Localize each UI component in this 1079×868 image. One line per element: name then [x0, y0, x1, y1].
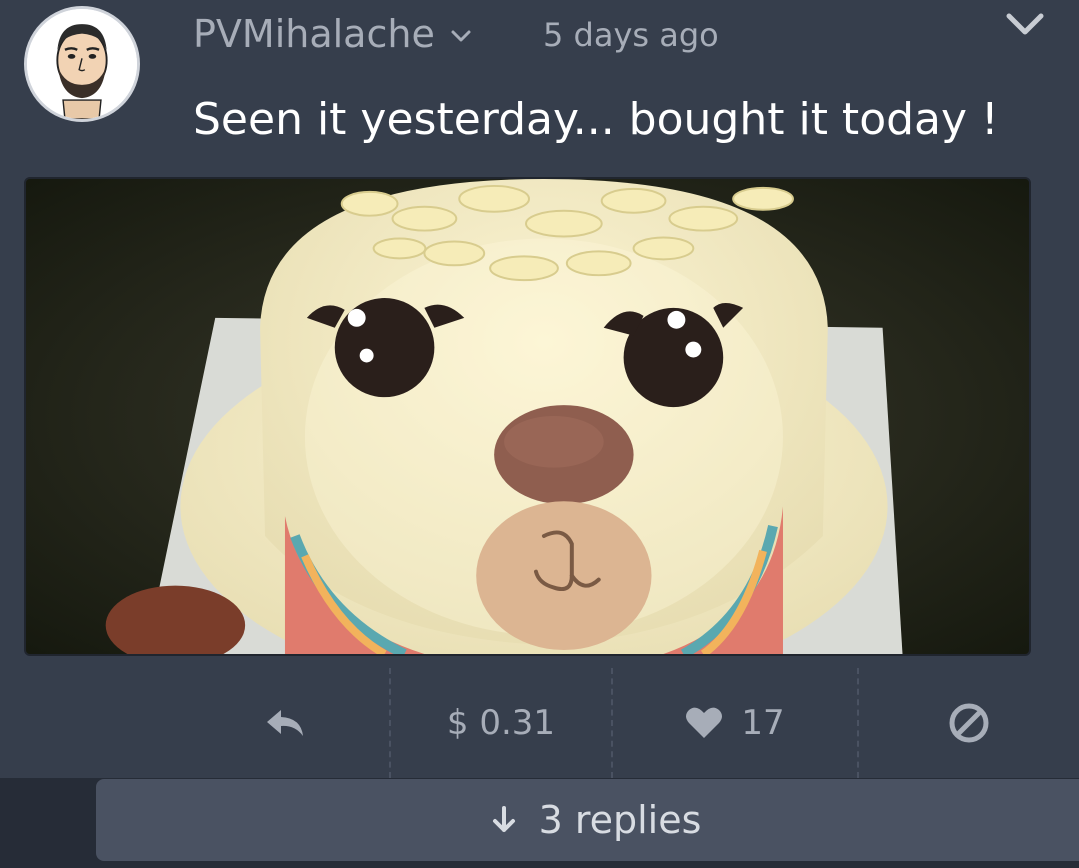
show-replies-button[interactable]: 3 replies	[96, 779, 1079, 861]
collapse-icon[interactable]	[1003, 6, 1047, 42]
reply-icon	[267, 710, 303, 736]
chevron-down-icon	[451, 30, 471, 42]
post-image[interactable]	[24, 177, 1031, 656]
flag-button[interactable]	[858, 668, 1079, 778]
cake-image	[26, 179, 1029, 654]
block-icon	[949, 703, 988, 743]
payout-button[interactable]: $ 0.31	[390, 668, 612, 778]
author-avatar[interactable]	[24, 6, 140, 122]
post-card: PVMihalache 5 days ago Seen it yesterday…	[0, 0, 1079, 778]
like-count: 17	[741, 703, 785, 743]
reply-button[interactable]	[180, 668, 390, 778]
replies-label: 3 replies	[538, 798, 702, 842]
post-timestamp[interactable]: 5 days ago	[543, 14, 719, 56]
like-button[interactable]: 17	[612, 668, 858, 778]
payout-value: $ 0.31	[446, 703, 556, 743]
author-name-link[interactable]: PVMihalache	[193, 12, 475, 56]
avatar-illustration	[27, 9, 137, 119]
post-body: Seen it yesterday... bought it today !	[193, 94, 999, 145]
author-name: PVMihalache	[193, 12, 435, 56]
arrow-down-icon	[492, 806, 515, 832]
post-actions: $ 0.31 17	[0, 668, 1079, 778]
heart-icon	[686, 707, 723, 738]
